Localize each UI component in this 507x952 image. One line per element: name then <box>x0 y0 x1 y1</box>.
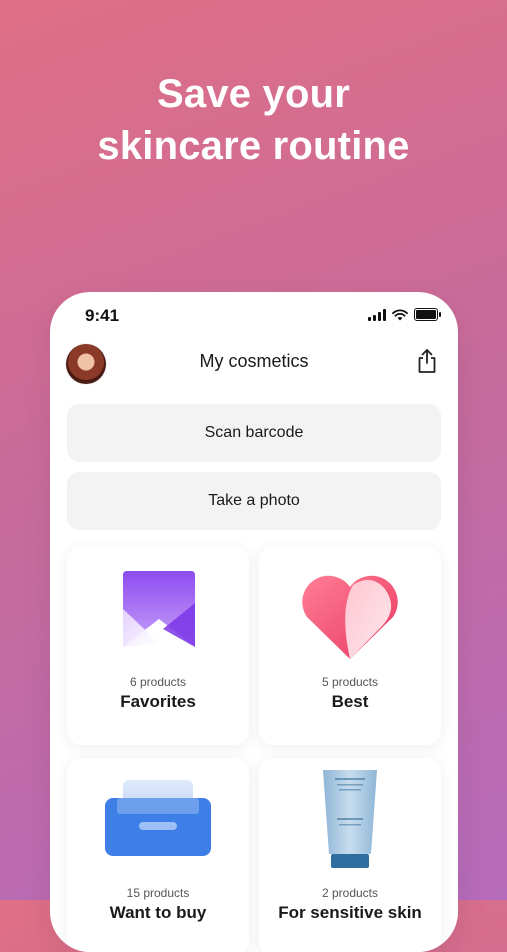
promo-headline: Save your skincare routine <box>0 68 507 172</box>
collection-card-sensitive-skin[interactable]: 2 products For sensitive skin <box>259 758 441 952</box>
page-title: My cosmetics <box>199 351 309 371</box>
collection-count: 5 products <box>321 675 379 689</box>
collection-name: Best <box>331 692 369 711</box>
collection-count: 2 products <box>321 886 379 900</box>
wifi-icon <box>392 308 408 320</box>
phone-screen: 9:41 My cosmetics Scan barcode Take a ph… <box>50 292 458 952</box>
status-bar: 9:41 <box>50 292 458 342</box>
cellular-signal-icon <box>368 308 386 321</box>
collection-card-want-to-buy[interactable]: 15 products Want to buy <box>67 758 249 952</box>
status-time: 9:41 <box>85 306 120 325</box>
bookmark-icon <box>123 571 195 647</box>
collection-count: 15 products <box>126 886 190 900</box>
battery-icon <box>414 308 441 321</box>
collection-name: Want to buy <box>109 903 207 922</box>
tray-icon <box>105 780 211 856</box>
collection-count: 6 products <box>129 675 187 689</box>
collection-name: Favorites <box>120 692 196 711</box>
collection-name: For sensitive skin <box>278 903 422 922</box>
headline-line-2: skincare routine <box>97 124 410 168</box>
headline-line-1: Save your <box>156 72 350 116</box>
collection-card-best[interactable]: 5 products Best <box>259 547 441 745</box>
status-icons <box>368 308 441 321</box>
heart-icon <box>302 575 398 659</box>
take-photo-button[interactable]: Take a photo <box>67 472 441 530</box>
navigation-bar: My cosmetics <box>50 340 458 386</box>
scan-barcode-button[interactable]: Scan barcode <box>67 404 441 462</box>
share-icon[interactable] <box>416 348 438 374</box>
collection-card-favorites[interactable]: 6 products Favorites <box>67 547 249 745</box>
cream-tube-icon <box>323 770 377 868</box>
